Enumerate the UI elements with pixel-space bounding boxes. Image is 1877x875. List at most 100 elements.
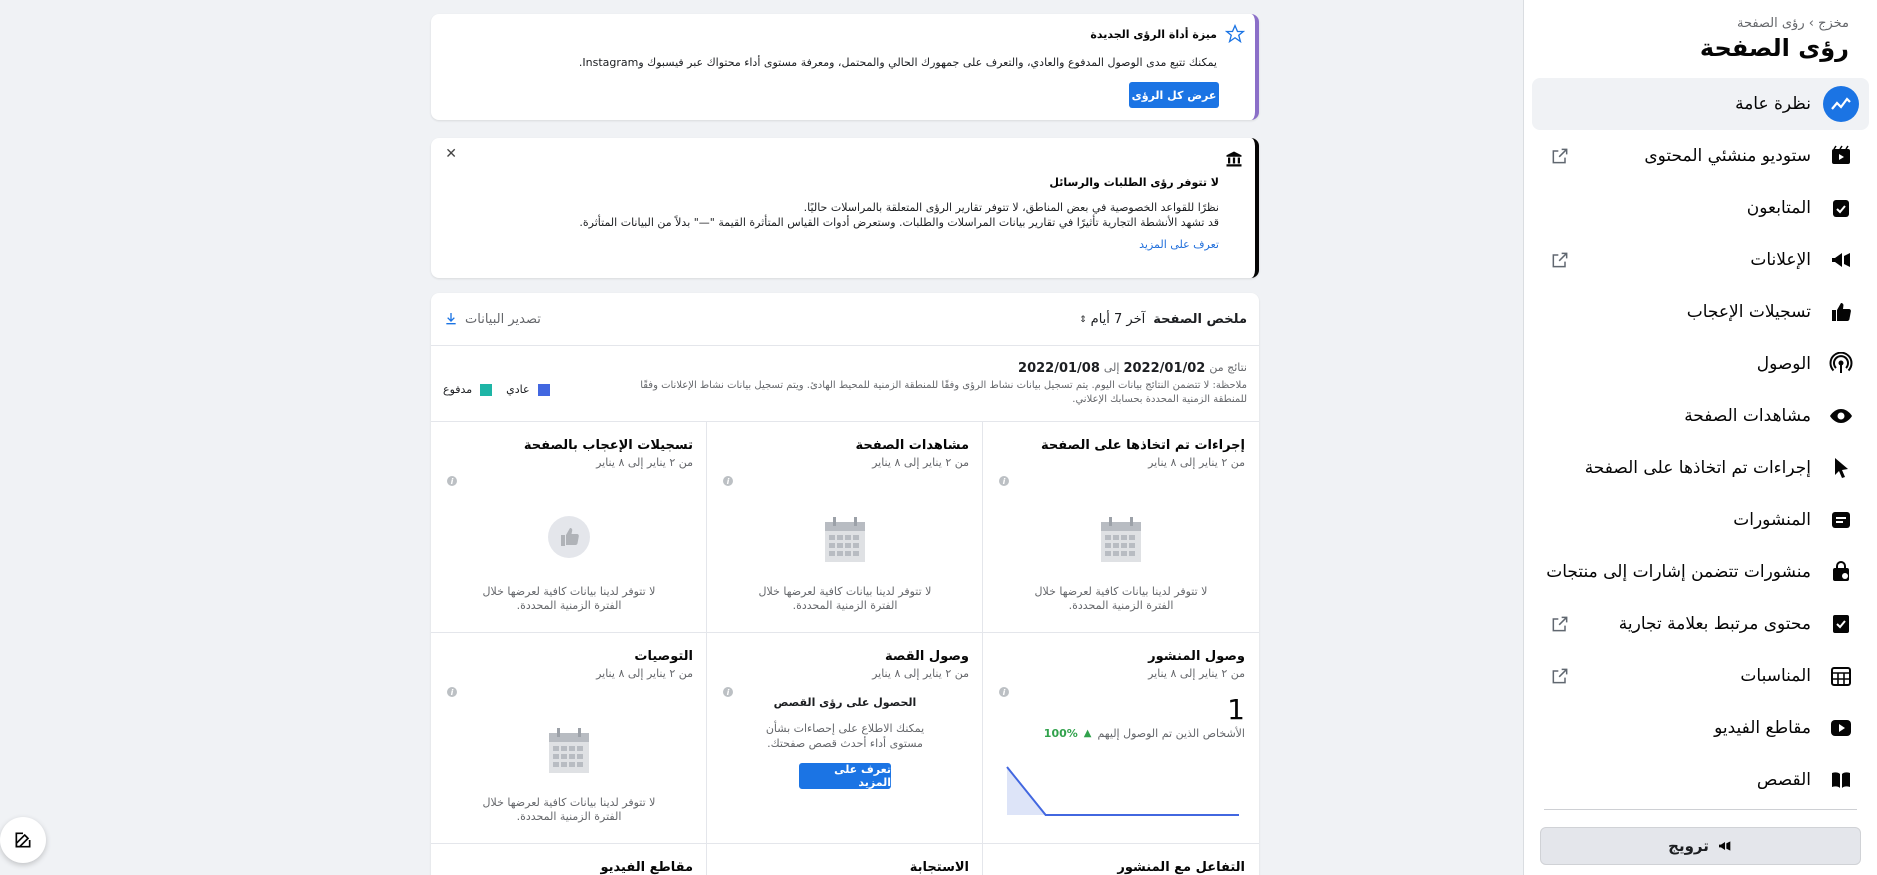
date-from: 2022/01/02 xyxy=(1123,361,1206,376)
divider xyxy=(431,345,1259,346)
date-to: 2022/01/08 xyxy=(1018,361,1100,376)
metric-title: التوصيات xyxy=(634,649,693,664)
metric-title: إجراءات تم اتخاذها على الصفحة xyxy=(1041,438,1245,453)
sidebar-item-label: ستوديو منشئي المحتوى xyxy=(1644,146,1811,166)
metric-post-reach[interactable]: وصول المنشور من ٢ يناير إلى ٨ يناير i 1 … xyxy=(983,633,1259,843)
sidebar-item-4[interactable]: تسجيلات الإعجاب xyxy=(1532,286,1869,338)
banner-title: ميزة أداة الرؤى الجديدة xyxy=(1090,28,1217,41)
sidebar-item-label: المناسبات xyxy=(1740,666,1811,686)
date-range-dropdown[interactable]: آخر 7 أيام ⇕ xyxy=(1079,312,1145,327)
thumbs-up-icon xyxy=(548,516,590,558)
metric-page-actions[interactable]: إجراءات تم اتخاذها على الصفحة من ٢ يناير… xyxy=(983,422,1259,632)
metric-page-likes[interactable]: تسجيلات الإعجاب بالصفحة من ٢ يناير إلى ٨… xyxy=(431,422,707,632)
sidebar-item-3[interactable]: الإعلانات xyxy=(1532,234,1869,286)
metric-title: التفاعل مع المنشور xyxy=(1117,860,1245,875)
view-all-insights-button[interactable]: عرض كل الرؤى xyxy=(1129,82,1219,108)
sidebar-item-1[interactable]: ستوديو منشئي المحتوى xyxy=(1532,130,1869,182)
metric-title: مشاهدات الصفحة xyxy=(855,438,969,453)
metric-videos[interactable]: مقاطع الفيديو xyxy=(431,844,707,875)
breadcrumb[interactable]: مخزج › رؤى الصفحة xyxy=(1737,16,1849,31)
eye-icon xyxy=(1823,398,1859,434)
metric-story-reach[interactable]: وصول القصة من ٢ يناير إلى ٨ يناير i الحص… xyxy=(707,633,983,843)
metric-title: مقاطع الفيديو xyxy=(600,860,693,875)
info-icon[interactable]: i xyxy=(447,687,457,697)
external-link-icon[interactable] xyxy=(1550,146,1570,166)
calendar-icon xyxy=(549,728,589,773)
bank-icon xyxy=(1226,151,1242,167)
metric-recommendations[interactable]: التوصيات من ٢ يناير إلى ٨ يناير i لا تتو… xyxy=(431,633,707,843)
close-icon[interactable]: ✕ xyxy=(443,147,457,161)
sidebar-item-2[interactable]: المتابعون xyxy=(1532,182,1869,234)
sort-icon: ⇕ xyxy=(1079,314,1087,325)
sidebar-item-label: تسجيلات الإعجاب xyxy=(1686,302,1811,322)
metric-date-range: من ٢ يناير إلى ٨ يناير xyxy=(872,456,969,469)
cursor-icon xyxy=(1823,450,1859,486)
info-icon[interactable]: i xyxy=(723,476,733,486)
reach-area xyxy=(1007,767,1239,815)
sidebar-nav: نظرة عامة ستوديو منشئي المحتوى المتابعون ال… xyxy=(1532,78,1869,806)
posts-icon xyxy=(1823,502,1859,538)
metric-title: وصول المنشور xyxy=(1148,649,1245,664)
sidebar-item-8[interactable]: المنشورات xyxy=(1532,494,1869,546)
reach-line xyxy=(1006,766,1239,816)
empty-state-text: لا تتوفر لدينا بيانات كافية لعرضها خلال … xyxy=(482,796,656,823)
results-prefix: نتائج من xyxy=(1209,361,1247,374)
time-zone-note: ملاحظة: لا تتضمن النتائج بيانات اليوم. ي… xyxy=(640,380,1247,405)
organic-swatch xyxy=(537,383,550,396)
empty-state-text: لا تتوفر لدينا بيانات كافية لعرضها خلال … xyxy=(1034,585,1208,612)
sidebar-item-label: المتابعون xyxy=(1746,198,1811,218)
export-data-button[interactable]: تصدير البيانات xyxy=(443,311,541,327)
sidebar-item-label: المنشورات xyxy=(1733,510,1811,530)
info-icon[interactable]: i xyxy=(447,476,457,486)
metric-date-range: من ٢ يناير إلى ٨ يناير xyxy=(1148,456,1245,469)
metric-post-engagement[interactable]: التفاعل مع المنشور xyxy=(983,844,1259,875)
sidebar-item-9[interactable]: منشورات تتضمن إشارات إلى منتجات xyxy=(1532,546,1869,598)
metric-title: وصول القصة xyxy=(885,649,969,664)
metric-date-range: من ٢ يناير إلى ٨ يناير xyxy=(596,456,693,469)
empty-state-text: لا تتوفر لدينا بيانات كافية لعرضها خلال … xyxy=(482,585,656,612)
sidebar-item-label: مشاهدات الصفحة xyxy=(1684,406,1811,426)
learn-more-link[interactable]: تعرف على المزيد xyxy=(1139,238,1219,251)
sidebar-item-12[interactable]: مقاطع الفيديو xyxy=(1532,702,1869,754)
banner-line-1: نظرًا للقواعد الخصوصية في بعض المناطق، ل… xyxy=(803,201,1219,214)
thumbs-up-icon xyxy=(1823,294,1859,330)
insights-sidebar: مخزج › رؤى الصفحة رؤى الصفحة نظرة عامة ست… xyxy=(1523,0,1877,875)
sidebar-item-label: الإعلانات xyxy=(1750,250,1811,270)
info-icon[interactable]: i xyxy=(999,687,1009,697)
reach-chart xyxy=(1006,766,1239,816)
metric-date-range: من ٢ يناير إلى ٨ يناير xyxy=(872,667,969,680)
metric-caption: الأشخاص الذين تم الوصول إليهم xyxy=(1097,727,1245,740)
sidebar-item-11[interactable]: المناسبات xyxy=(1532,650,1869,702)
sidebar-item-label: نظرة عامة xyxy=(1735,94,1811,114)
trend-line-icon xyxy=(1823,86,1859,122)
date-to-prefix: إلى xyxy=(1103,361,1120,374)
sidebar-item-10[interactable]: محتوى مرتبط بعلامة تجارية xyxy=(1532,598,1869,650)
page-title: رؤى الصفحة xyxy=(1699,34,1849,62)
sidebar-item-13[interactable]: القصص xyxy=(1532,754,1869,806)
banner-title: لا تتوفر رؤى الطلبات والرسائل xyxy=(1049,176,1219,189)
info-icon[interactable]: i xyxy=(999,476,1009,486)
external-link-icon[interactable] xyxy=(1550,250,1570,270)
external-link-icon[interactable] xyxy=(1550,666,1570,686)
learn-more-button[interactable]: تعرف على المزيد xyxy=(799,763,891,789)
sidebar-item-5[interactable]: الوصول xyxy=(1532,338,1869,390)
legend: عادي مدفوع xyxy=(443,383,550,396)
metric-date-range: من ٢ يناير إلى ٨ يناير xyxy=(1148,667,1245,680)
sidebar-item-0[interactable]: نظرة عامة xyxy=(1532,78,1869,130)
metric-value: 1 xyxy=(1227,693,1245,726)
metric-change: 100% xyxy=(1043,727,1078,740)
external-link-icon[interactable] xyxy=(1550,614,1570,634)
promote-button[interactable]: ترويج xyxy=(1540,827,1861,865)
sidebar-item-7[interactable]: إجراءات تم اتخاذها على الصفحة xyxy=(1532,442,1869,494)
metric-date-range: من ٢ يناير إلى ٨ يناير xyxy=(596,667,693,680)
metric-page-views[interactable]: مشاهدات الصفحة من ٢ يناير إلى ٨ يناير i … xyxy=(707,422,983,632)
metric-title: تسجيلات الإعجاب بالصفحة xyxy=(523,438,693,453)
sidebar-item-label: القصص xyxy=(1756,770,1811,790)
new-insights-banner: ميزة أداة الرؤى الجديدة يمكنك تتبع مدى ا… xyxy=(431,14,1259,120)
video-studio-icon xyxy=(1823,138,1859,174)
download-icon xyxy=(446,313,456,325)
metric-responsiveness[interactable]: الاستجابة xyxy=(707,844,983,875)
export-label: تصدير البيانات xyxy=(465,311,541,327)
compose-button[interactable] xyxy=(0,817,46,863)
sidebar-item-6[interactable]: مشاهدات الصفحة xyxy=(1532,390,1869,442)
